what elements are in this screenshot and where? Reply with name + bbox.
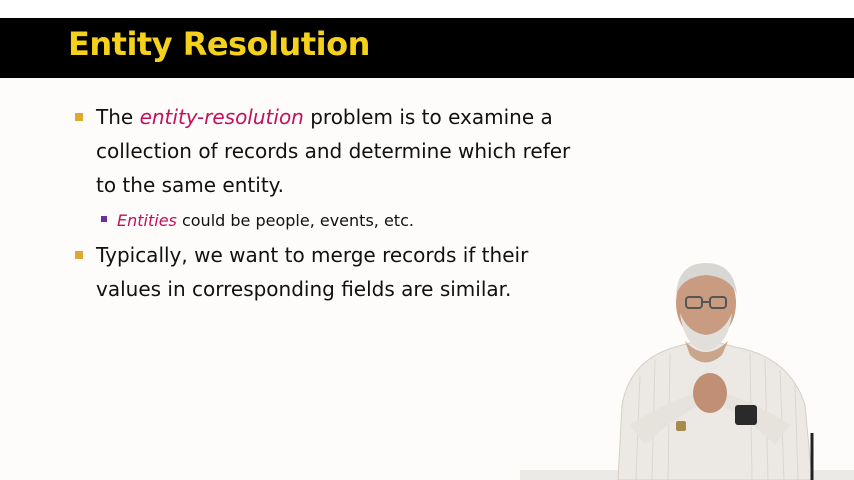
top-letterbox <box>0 0 854 18</box>
bullet-1-line-2: collection of records and determine whic… <box>96 139 571 163</box>
bullet-2-line-1: Typically, we want to merge records if t… <box>96 243 529 267</box>
bullet-marker-1 <box>75 113 83 121</box>
bullet-marker-2 <box>75 251 83 259</box>
bullet-1-line-1-pre: The <box>96 105 140 129</box>
bullet-1-line-3: to the same entity. <box>96 173 284 197</box>
emphasis-entity-resolution: entity-resolution <box>139 105 304 129</box>
presenter-figure <box>617 263 814 480</box>
emphasis-entities: Entities <box>117 211 177 230</box>
bullet-1-line-1-post: problem is to examine a <box>303 105 553 129</box>
slide-title: Entity Resolution <box>68 25 370 63</box>
sub-bullet-1-text: could be people, events, etc. <box>176 211 414 230</box>
sub-bullet-marker-1 <box>101 216 107 222</box>
sub-bullet-1: Entities could be people, events, etc. <box>117 208 414 234</box>
bullet-2-line-2: values in corresponding fields are simil… <box>96 277 512 301</box>
bullet-1-line-1: The entity-resolution problem is to exam… <box>96 100 553 134</box>
